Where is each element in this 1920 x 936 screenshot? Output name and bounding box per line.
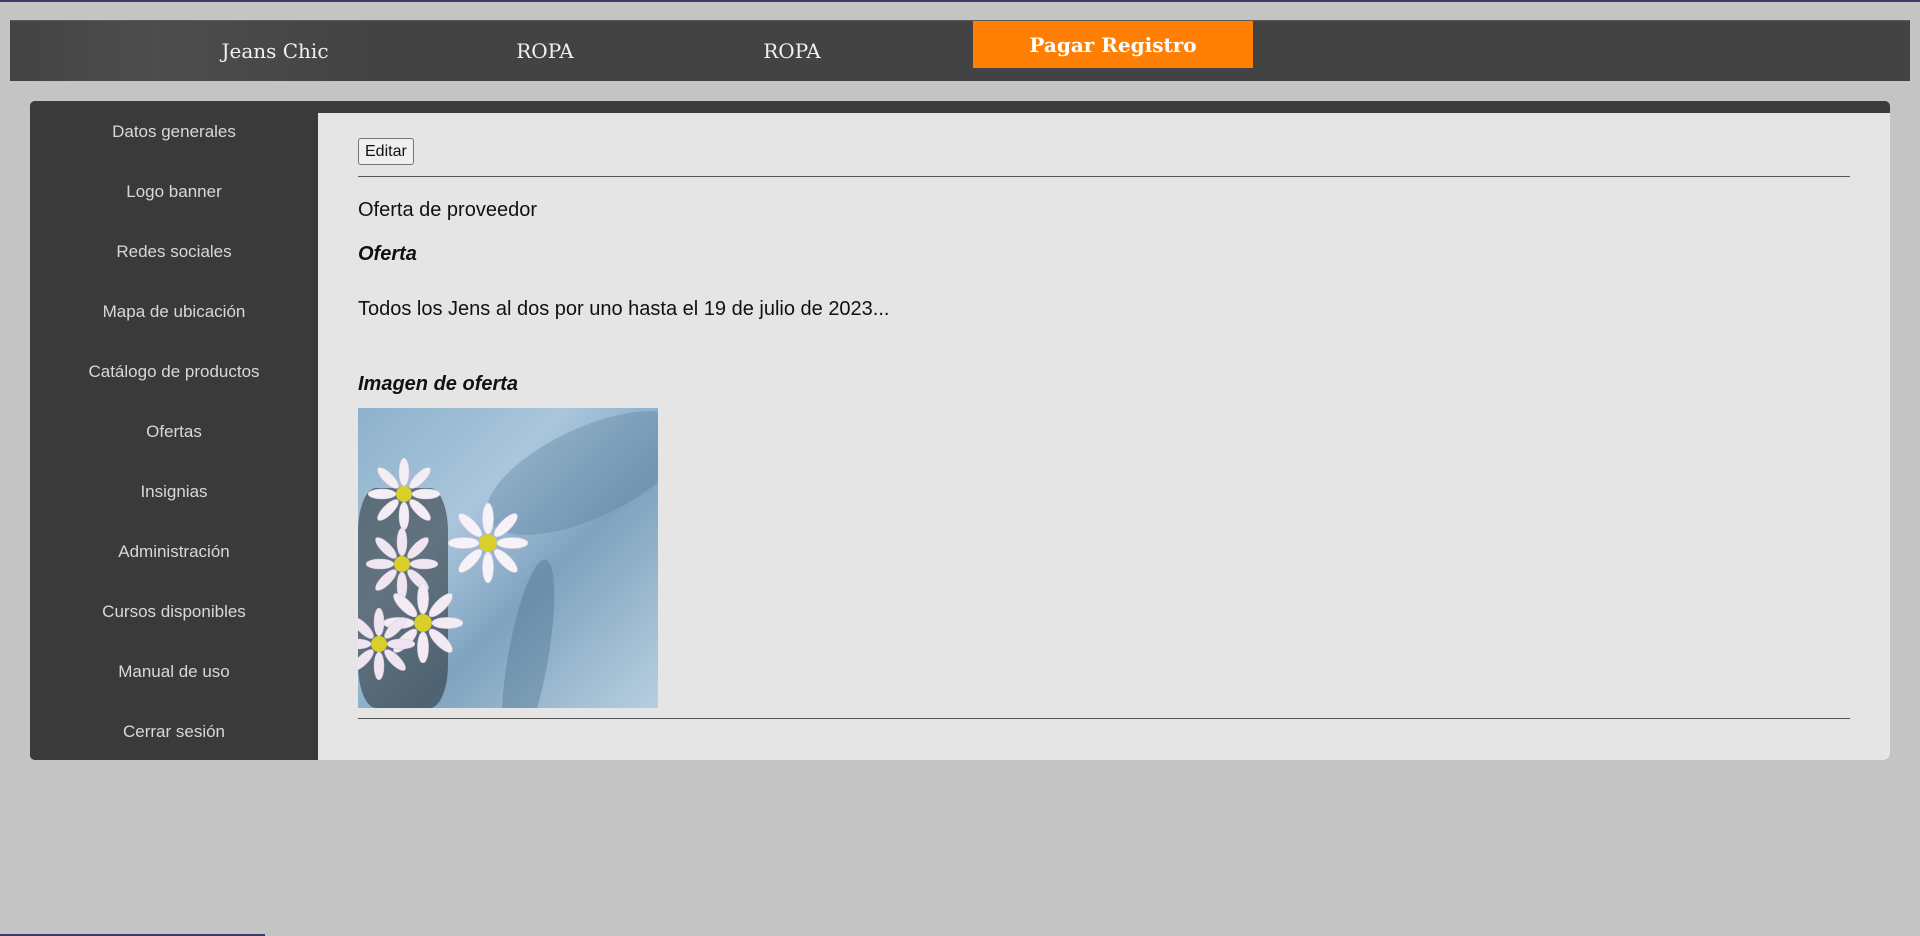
main-content: Editar Oferta de proveedor Oferta Todos … — [318, 113, 1890, 760]
sidebar-item-user-manual[interactable]: Manual de uso — [30, 652, 318, 692]
sidebar-item-badges[interactable]: Insignias — [30, 472, 318, 512]
pay-registration-button[interactable]: Pagar Registro — [973, 21, 1253, 68]
daisy-icon — [358, 608, 415, 680]
sidebar: Datos generales Logo banner Redes social… — [30, 101, 318, 760]
sidebar-item-product-catalog[interactable]: Catálogo de productos — [30, 352, 318, 392]
sidebar-item-courses[interactable]: Cursos disponibles — [30, 592, 318, 632]
offer-image — [358, 408, 658, 708]
edit-button[interactable]: Editar — [358, 138, 414, 165]
sidebar-item-offers[interactable]: Ofertas — [30, 412, 318, 452]
sidebar-item-logout[interactable]: Cerrar sesión — [30, 712, 318, 752]
top-navbar: Jeans Chic ROPA ROPA Pagar Registro — [10, 20, 1910, 81]
dashboard-panel: Datos generales Logo banner Redes social… — [30, 101, 1890, 760]
provider-offer-title: Oferta de proveedor — [358, 199, 537, 221]
window-top-border — [0, 0, 1920, 2]
brand-link[interactable]: Jeans Chic — [170, 21, 380, 81]
daisy-icon — [448, 503, 528, 583]
nav-ropa-1[interactable]: ROPA — [465, 21, 625, 81]
daisy-icon — [368, 458, 440, 530]
offer-heading: Oferta — [358, 243, 417, 265]
sidebar-item-social-networks[interactable]: Redes sociales — [30, 232, 318, 272]
sidebar-item-general-data[interactable]: Datos generales — [30, 112, 318, 152]
sidebar-item-logo-banner[interactable]: Logo banner — [30, 172, 318, 212]
sidebar-item-administration[interactable]: Administración — [30, 532, 318, 572]
divider-top — [358, 176, 1850, 177]
offer-description: Todos los Jens al dos por uno hasta el 1… — [358, 298, 890, 320]
nav-ropa-2[interactable]: ROPA — [712, 21, 872, 81]
sidebar-item-location-map[interactable]: Mapa de ubicación — [30, 292, 318, 332]
offer-image-heading: Imagen de oferta — [358, 373, 519, 395]
divider-bottom — [358, 718, 1850, 719]
